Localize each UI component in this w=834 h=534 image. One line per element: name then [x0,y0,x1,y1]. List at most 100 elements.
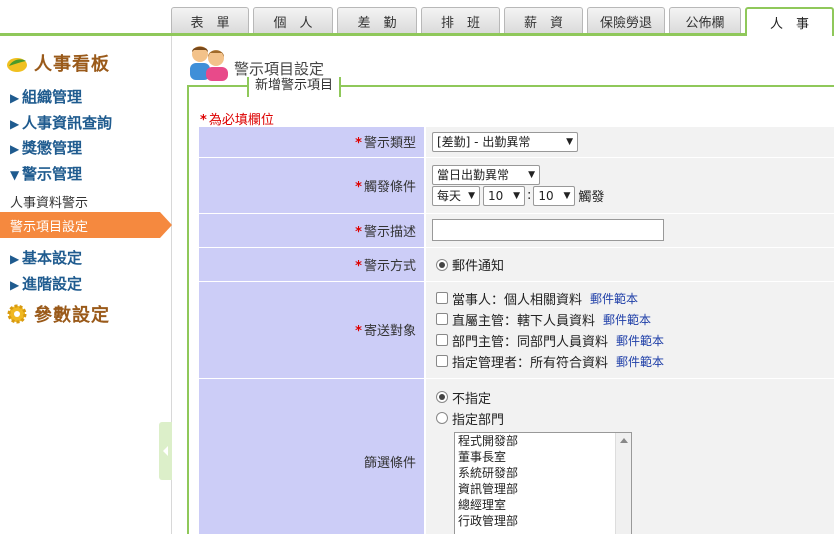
tab-salary[interactable]: 薪 資 [504,7,583,34]
sidebar-collapse-handle[interactable] [159,422,172,480]
value-targets: 當事人：個人相關資料 郵件範本 直屬主管：轄下人員資料 郵件範本 部門主管：同部門人… [425,281,834,379]
tab-form[interactable]: 表 單 [171,7,249,34]
trigger-condition-select[interactable]: 當日出勤異常 ▼ [432,164,540,185]
select-value: 10 [538,188,554,203]
sidebar-item-alert[interactable]: ▼ 警示管理 [10,163,82,184]
select-value: [差勤] - 出勤異常 [437,135,531,150]
fieldset-legend: 新增警示項目 [247,77,342,97]
trigger-hour-select[interactable]: 10 ▼ [483,185,525,206]
required-star: * [355,136,362,152]
tab-bulletin[interactable]: 公佈欄 [669,7,741,34]
sidebar-item-label: 人事資訊查詢 [22,114,113,132]
sidebar-item-basic[interactable]: ▶ 基本設定 [10,247,82,268]
trigger-minute-select[interactable]: 10 ▼ [533,185,576,206]
tab-hr[interactable]: 人 事 [745,7,834,36]
target-text: 部門主管：同部門人員資料 [452,334,609,350]
triangle-right-icon: ▶ [10,117,20,131]
mail-template-link[interactable]: 郵件範本 [616,332,664,349]
sidebar-item-org[interactable]: ▶ 組織管理 [10,86,82,107]
sidebar-item-query[interactable]: ▶ 人事資訊查詢 [10,112,112,133]
target-checkbox[interactable] [436,334,448,346]
target-text: 當事人：個人相關資料 [452,292,583,308]
time-separator: : [527,188,532,203]
top-tab-bar: 表 單 個 人 差 勤 排 班 薪 資 保險勞退 公佈欄 人 事 [0,0,834,36]
sidebar: 人事看板 ▶ 組織管理 ▶ 人事資訊查詢 ▶ 獎懲管理 ▼ 警示管理 人事資料警示 警示… [0,36,172,534]
sidebar-header-label: 參數設定 [34,305,110,326]
tab-insurance[interactable]: 保險勞退 [587,7,665,34]
row-alert-type: * 警示類型 [差勤] - 出勤異常 ▼ [199,127,834,158]
mail-template-link[interactable]: 郵件範本 [590,290,638,307]
triangle-right-icon: ▶ [10,91,20,105]
sidebar-sub-label: 警示項目設定 [10,219,89,235]
sidebar-sub-label: 人事資料警示 [10,196,89,211]
triangle-down-icon: ▼ [10,168,20,182]
tab-personal[interactable]: 個 人 [253,7,333,34]
target-option: 部門主管：同部門人員資料 郵件範本 [436,330,834,351]
page-title: 警示項目設定 [234,59,325,78]
sidebar-header-hr-board[interactable]: 人事看板 [6,50,110,76]
required-star: * [200,113,207,128]
alert-type-select[interactable]: [差勤] - 出勤異常 ▼ [432,131,578,152]
select-value: 每天 [437,189,462,203]
target-option: 直屬主管：轄下人員資料 郵件範本 [436,309,834,330]
label-method: * 警示方式 [199,247,426,282]
trigger-line-2: 每天 ▼ 10 ▼ : 10 ▼ 觸發 [432,185,834,206]
department-option[interactable]: 總經理室 [455,497,631,513]
mail-template-link[interactable]: 郵件範本 [603,311,651,328]
value-alert-type: [差勤] - 出勤異常 ▼ [425,127,834,158]
filter-option-none: 不指定 [436,387,834,408]
department-option[interactable]: 行政管理部 [455,513,631,529]
tab-scheduling[interactable]: 排 班 [421,7,500,34]
target-option: 指定管理者：所有符合資料 郵件範本 [436,351,834,372]
sidebar-sub-alert-setting[interactable]: 警示項目設定 [0,212,172,238]
target-checkbox[interactable] [436,355,448,367]
email-notify-radio[interactable] [436,258,448,271]
target-checkbox[interactable] [436,292,448,304]
people-icon [190,46,228,81]
leaf-icon [7,58,27,72]
required-note-text: 為必填欄位 [208,113,274,128]
tab-label: 個 人 [273,15,313,31]
required-star: * [355,258,362,274]
caret-down-icon: ▼ [566,136,573,147]
tab-label: 差 勤 [357,15,397,31]
listbox-scrollbar[interactable] [615,432,631,534]
department-listbox[interactable]: 程式開發部 董事長室 系統研發部 資訊管理部 總經理室 行政管理部 [454,431,632,534]
label-trigger: * 觸發條件 [199,157,426,214]
tab-label: 保險勞退 [599,15,652,31]
sidebar-item-advanced[interactable]: ▶ 進階設定 [10,273,82,294]
label-filter: 篩選條件 [199,378,426,534]
row-filter: 篩選條件 不指定 指定部門 程式開發部 董事長室 系統研發部 資訊管理部 總經理… [199,378,834,534]
sidebar-header-params[interactable]: 參數設定 [6,301,110,327]
mail-template-link[interactable]: 郵件範本 [616,353,664,370]
tab-label: 表 單 [190,15,230,31]
filter-dept-radio[interactable] [436,412,448,424]
trigger-frequency-select[interactable]: 每天 ▼ [432,185,480,206]
tab-attendance[interactable]: 差 勤 [337,7,417,34]
value-description [425,213,834,248]
target-checkbox[interactable] [436,313,448,325]
required-star: * [355,324,362,339]
alert-description-input[interactable] [432,219,664,241]
department-option[interactable]: 董事長室 [455,449,631,465]
department-option[interactable]: 系統研發部 [455,465,631,481]
department-option[interactable]: 程式開發部 [455,433,631,449]
filter-option-dept: 指定部門 [436,408,834,429]
row-method: * 警示方式 郵件通知 [199,247,834,282]
sidebar-item-label: 進階設定 [22,275,83,293]
row-targets: * 寄送對象 當事人：個人相關資料 郵件範本 直屬主管：轄下人員資料 郵件範本 部門主… [199,281,834,379]
label-text: 警示描述 [363,224,416,240]
sidebar-sub-alert-list[interactable]: 人事資料警示 [10,192,88,211]
label-text: 警示類型 [363,136,416,152]
radio-label: 郵件通知 [452,258,505,274]
filter-none-radio[interactable] [436,391,448,403]
radio-label: 指定部門 [452,412,505,428]
caret-down-icon: ▼ [468,190,475,201]
row-description: * 警示描述 [199,213,834,248]
sidebar-item-label: 基本設定 [22,249,83,267]
sidebar-item-reward[interactable]: ▶ 獎懲管理 [10,137,82,158]
department-option[interactable]: 資訊管理部 [455,481,631,497]
sidebar-item-label: 警示管理 [22,165,83,183]
sidebar-item-label: 獎懲管理 [22,139,83,157]
target-option: 當事人：個人相關資料 郵件範本 [436,288,834,309]
